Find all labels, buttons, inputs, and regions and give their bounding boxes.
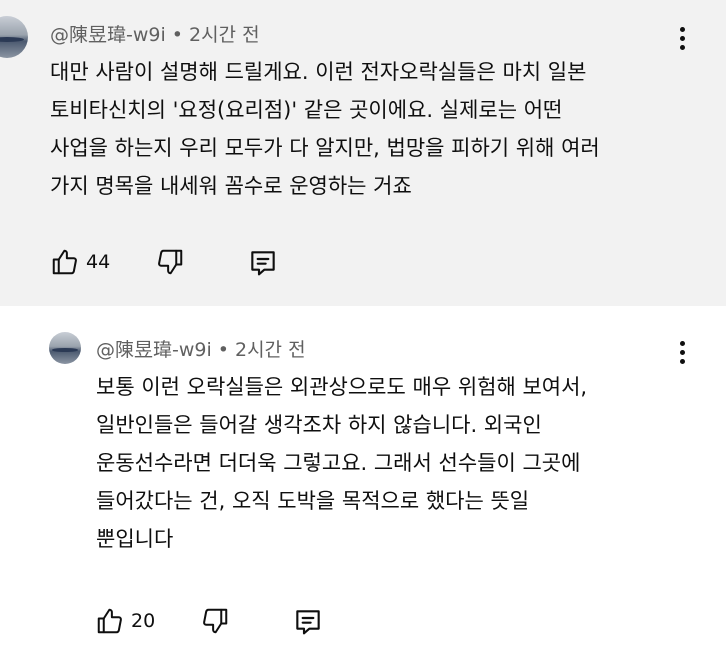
reply-line: 일반인들은 들어갈 생각조차 하지 않습니다. 외국인 <box>96 413 542 437</box>
thumbs-down-icon <box>203 608 228 634</box>
thumbs-up-icon <box>52 249 77 275</box>
comment-line: 사업을 하는지 우리 모두가 다 알지만, 법망을 피하기 위해 여러 <box>50 136 600 160</box>
comment-meta: @陳昱瑋-w9i • 2시간 전 <box>50 20 260 47</box>
reply-like-button[interactable]: 20 <box>95 606 155 636</box>
reply-line: 운동선수라면 더더욱 그렇고요. 그래서 선수들이 그곳에 <box>96 451 581 475</box>
reply-text: 보통 이런 오락실들은 외관상으로도 매우 위험해 보여서, 일반인들은 들어갈… <box>96 368 587 558</box>
reply-avatar[interactable] <box>49 332 81 364</box>
reply-line: 뿐입니다 <box>96 527 174 551</box>
dislike-button[interactable] <box>155 247 185 277</box>
like-count: 44 <box>86 251 111 273</box>
comment-text: 대만 사람이 설명해 드릴게요. 이런 전자오락실들은 마치 일본 토비타신치의… <box>50 53 600 205</box>
reply-timestamp[interactable]: 2시간 전 <box>235 339 306 361</box>
comment-reply-icon <box>296 610 320 635</box>
thumbs-down-icon <box>158 249 183 275</box>
reply-button[interactable] <box>247 247 279 279</box>
reply-line: 들어갔다는 건, 오직 도박을 목적으로 했다는 뜻일 <box>96 489 530 513</box>
more-vert-icon <box>679 26 685 32</box>
reply-author[interactable]: @陳昱瑋-w9i <box>96 339 212 361</box>
thumbs-up-icon <box>97 608 122 634</box>
reply-more-button[interactable] <box>670 336 694 368</box>
comment-timestamp[interactable]: 2시간 전 <box>189 24 260 46</box>
comment-reply-icon <box>251 251 275 276</box>
reply-dislike-button[interactable] <box>200 606 230 636</box>
comment-line: 대만 사람이 설명해 드릴게요. 이런 전자오락실들은 마치 일본 <box>50 60 587 84</box>
comment-author[interactable]: @陳昱瑋-w9i <box>50 24 166 46</box>
meta-separator: • <box>217 339 229 361</box>
meta-separator: • <box>171 24 183 46</box>
like-button[interactable]: 44 <box>50 247 110 277</box>
reply-reply-button[interactable] <box>292 606 324 638</box>
comment-line: 가지 명목을 내세워 꼼수로 운영하는 거죠 <box>50 174 412 198</box>
more-vert-icon <box>679 340 685 346</box>
reply-meta: @陳昱瑋-w9i • 2시간 전 <box>96 335 306 362</box>
like-count: 20 <box>131 610 156 632</box>
comment-line: 토비타신치의 '요정(요리점)' 같은 곳이에요. 실제로는 어떤 <box>50 98 563 122</box>
comment-more-button[interactable] <box>670 22 694 54</box>
reply-line: 보통 이런 오락실들은 외관상으로도 매우 위험해 보여서, <box>96 375 588 399</box>
